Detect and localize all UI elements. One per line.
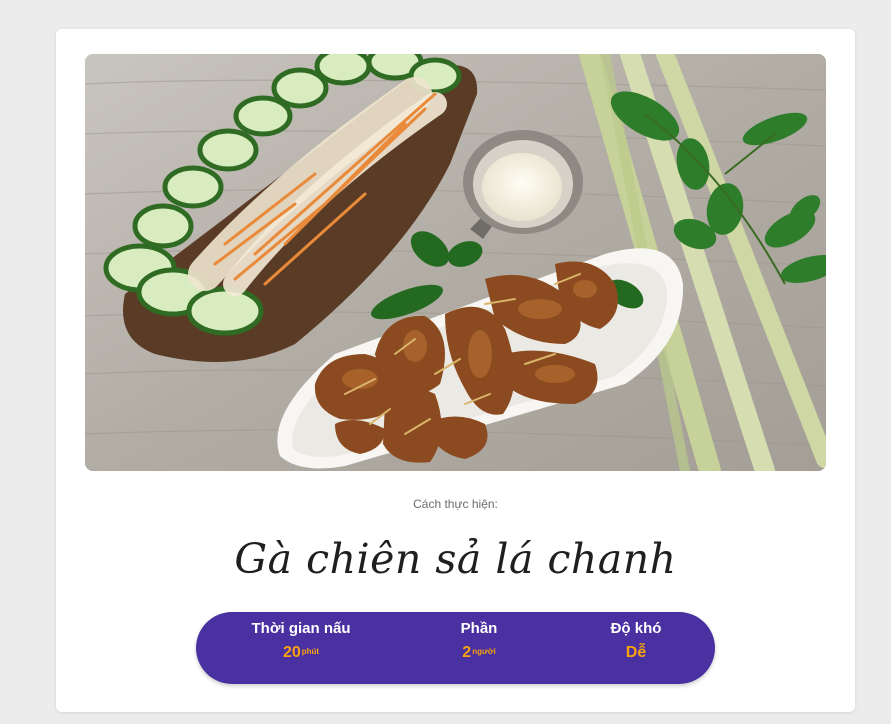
stat-portions-label: Phần	[460, 620, 498, 637]
stat-difficulty: Độ khó Dễ	[596, 620, 676, 662]
stat-portions-value-row: 2người	[444, 644, 514, 662]
stat-portions-value: 2	[462, 644, 472, 661]
stat-cook-time-value: 20	[282, 644, 301, 661]
stat-cook-time: Thời gian nấu 20phút	[241, 620, 361, 662]
recipe-card: Cách thực hiện: Gà chiên sả lá chanh Thờ…	[56, 29, 855, 712]
stat-difficulty-value: Dễ	[625, 644, 647, 661]
stat-cook-time-label: Thời gian nấu	[251, 620, 351, 637]
recipe-subtitle: Cách thực hiện:	[413, 497, 498, 511]
stat-difficulty-label: Độ khó	[610, 620, 662, 637]
recipe-stats-bar: Thời gian nấu 20phút Phần 2người Độ khó …	[196, 612, 715, 684]
recipe-photo	[85, 54, 826, 471]
recipe-title: Gà chiên sả lá chanh	[234, 535, 677, 583]
stat-portions-unit: người	[472, 647, 496, 656]
stat-portions: Phần 2người	[444, 620, 514, 662]
page: Cách thực hiện: Gà chiên sả lá chanh Thờ…	[0, 0, 891, 724]
stat-cook-time-value-row: 20phút	[241, 644, 361, 662]
stat-cook-time-unit: phút	[301, 647, 320, 656]
